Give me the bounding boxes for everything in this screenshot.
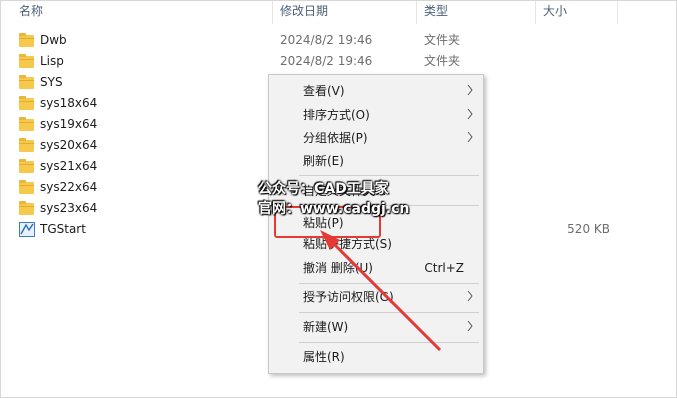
watermark-line2: 官网：www.cadgj.cn <box>258 201 410 217</box>
watermark-line1: 公众号：CAD工具家 <box>258 181 389 197</box>
